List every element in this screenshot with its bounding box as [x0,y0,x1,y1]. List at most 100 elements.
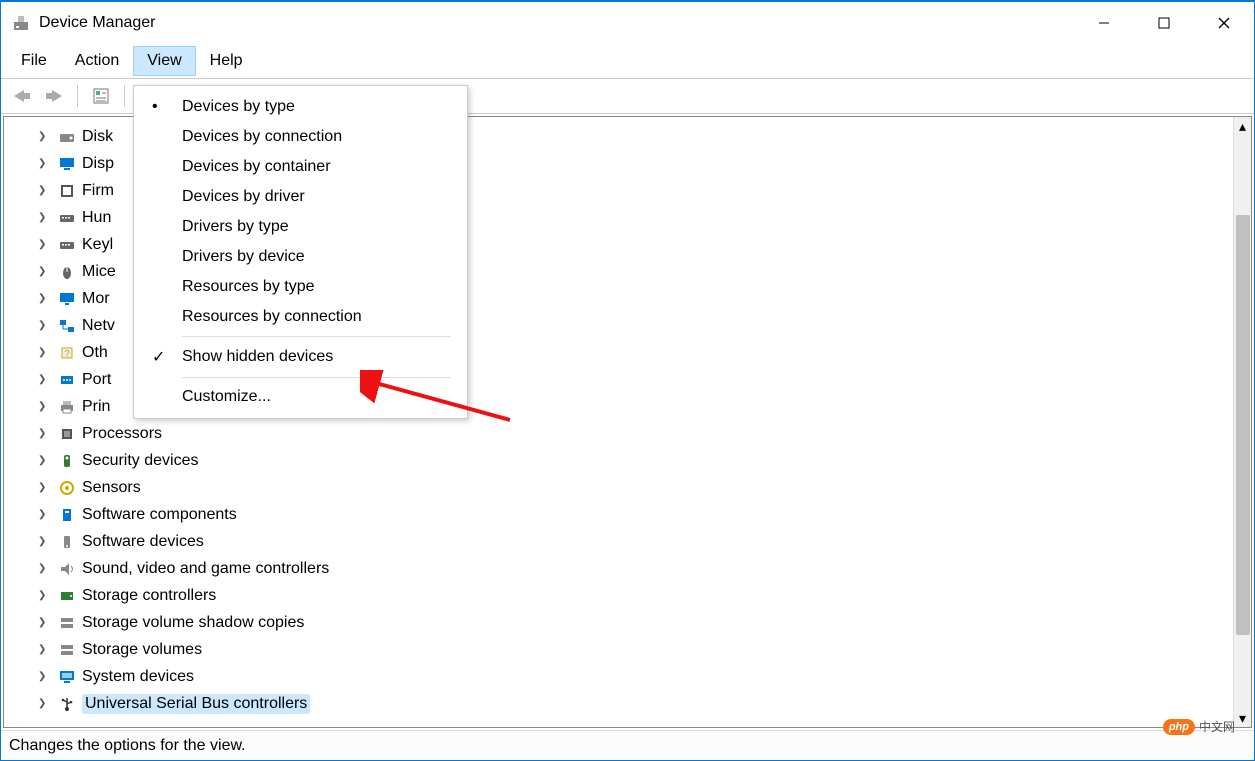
expand-arrow-icon[interactable]: ❯ [38,455,52,466]
watermark-logo: php [1163,719,1195,735]
security-icon [58,452,76,470]
close-button[interactable] [1194,2,1254,44]
expand-arrow-icon[interactable]: ❯ [38,320,52,331]
tree-item-label: Sensors [82,479,141,497]
minimize-button[interactable] [1074,2,1134,44]
tree-item-label: Disk [82,128,113,146]
tree-item[interactable]: ❯ Software components [34,501,1233,528]
tree-item-label: Sound, video and game controllers [82,560,329,578]
system-icon [58,668,76,686]
disk-icon [58,128,76,146]
maximize-button[interactable] [1134,2,1194,44]
tree-item[interactable]: ❯ Storage volume shadow copies [34,609,1233,636]
expand-arrow-icon[interactable]: ❯ [38,698,52,709]
tree-item-label: Security devices [82,452,199,470]
vertical-scrollbar[interactable]: ▴ ▾ [1233,117,1251,727]
menu-devices-by-connection[interactable]: Devices by connection [134,122,467,152]
storage-vol-icon [58,614,76,632]
scroll-up-button[interactable]: ▴ [1234,117,1252,135]
mouse-icon [58,263,76,281]
menu-customize[interactable]: Customize... [134,382,467,412]
tree-item-label: System devices [82,668,194,686]
menu-devices-by-driver[interactable]: Devices by driver [134,182,467,212]
tree-item-label: Disp [82,155,114,173]
expand-arrow-icon[interactable]: ❯ [38,617,52,628]
scrollbar-thumb[interactable] [1236,215,1250,635]
tree-item[interactable]: ❯ Universal Serial Bus controllers [34,690,1233,717]
tree-item-label: Storage controllers [82,587,216,605]
svg-text:?: ? [64,349,70,360]
menu-drivers-by-type[interactable]: Drivers by type [134,212,467,242]
expand-arrow-icon[interactable]: ❯ [38,482,52,493]
expand-arrow-icon[interactable]: ❯ [38,644,52,655]
storage-ctrl-icon [58,587,76,605]
watermark: php 中文网 [1163,718,1235,735]
menu-drivers-by-device[interactable]: Drivers by device [134,242,467,272]
display-icon [58,155,76,173]
expand-arrow-icon[interactable]: ❯ [38,239,52,250]
printer-icon [58,398,76,416]
expand-arrow-icon[interactable]: ❯ [38,671,52,682]
expand-arrow-icon[interactable]: ❯ [38,212,52,223]
tree-item-label: Universal Serial Bus controllers [82,694,310,714]
menu-devices-by-type[interactable]: •Devices by type [134,92,467,122]
expand-arrow-icon[interactable]: ❯ [38,590,52,601]
keyboard-icon [58,209,76,227]
toolbar-separator [124,85,125,107]
tree-item[interactable]: ❯ Sound, video and game controllers [34,555,1233,582]
tree-item-label: Storage volumes [82,641,202,659]
sound-icon [58,560,76,578]
keyboard-icon [58,236,76,254]
firmware-icon [58,182,76,200]
menu-resources-by-type[interactable]: Resources by type [134,272,467,302]
port-icon [58,371,76,389]
menu-help[interactable]: Help [196,46,257,76]
menubar: File Action View Help [1,44,1254,79]
tree-item-label: Mice [82,263,116,281]
expand-arrow-icon[interactable]: ❯ [38,509,52,520]
expand-arrow-icon[interactable]: ❯ [38,185,52,196]
tree-item[interactable]: ❯ Sensors [34,474,1233,501]
tree-item-label: Software components [82,506,237,524]
menu-file[interactable]: File [7,46,61,76]
window-title: Device Manager [39,14,156,32]
expand-arrow-icon[interactable]: ❯ [38,536,52,547]
expand-arrow-icon[interactable]: ❯ [38,428,52,439]
sw-comp-icon [58,506,76,524]
usb-icon [58,695,76,713]
menu-separator [182,336,451,337]
toolbar-separator [77,85,78,107]
back-button[interactable] [9,83,35,109]
expand-arrow-icon[interactable]: ❯ [38,131,52,142]
tree-item[interactable]: ❯ Storage volumes [34,636,1233,663]
tree-item-label: Software devices [82,533,204,551]
tree-item-label: Netv [82,317,115,335]
expand-arrow-icon[interactable]: ❯ [38,158,52,169]
tree-item[interactable]: ❯ Software devices [34,528,1233,555]
menu-view[interactable]: View [133,46,195,76]
watermark-text: 中文网 [1199,718,1235,735]
tree-item[interactable]: ❯ Security devices [34,447,1233,474]
tree-item[interactable]: ❯ Processors [34,420,1233,447]
expand-arrow-icon[interactable]: ❯ [38,401,52,412]
menu-resources-by-connection[interactable]: Resources by connection [134,302,467,332]
menu-action[interactable]: Action [61,46,133,76]
tree-item-label: Storage volume shadow copies [82,614,304,632]
expand-arrow-icon[interactable]: ❯ [38,293,52,304]
expand-arrow-icon[interactable]: ❯ [38,374,52,385]
tree-item-label: Hun [82,209,111,227]
menu-devices-by-container[interactable]: Devices by container [134,152,467,182]
menu-show-hidden-devices[interactable]: ✓Show hidden devices [134,341,467,373]
scroll-down-button[interactable]: ▾ [1234,709,1252,727]
expand-arrow-icon[interactable]: ❯ [38,563,52,574]
other-icon: ? [58,344,76,362]
tree-item[interactable]: ❯ Storage controllers [34,582,1233,609]
network-icon [58,317,76,335]
expand-arrow-icon[interactable]: ❯ [38,347,52,358]
tree-item-label: Prin [82,398,110,416]
forward-button[interactable] [41,83,67,109]
sensor-icon [58,479,76,497]
properties-button[interactable] [88,83,114,109]
expand-arrow-icon[interactable]: ❯ [38,266,52,277]
tree-item[interactable]: ❯ System devices [34,663,1233,690]
